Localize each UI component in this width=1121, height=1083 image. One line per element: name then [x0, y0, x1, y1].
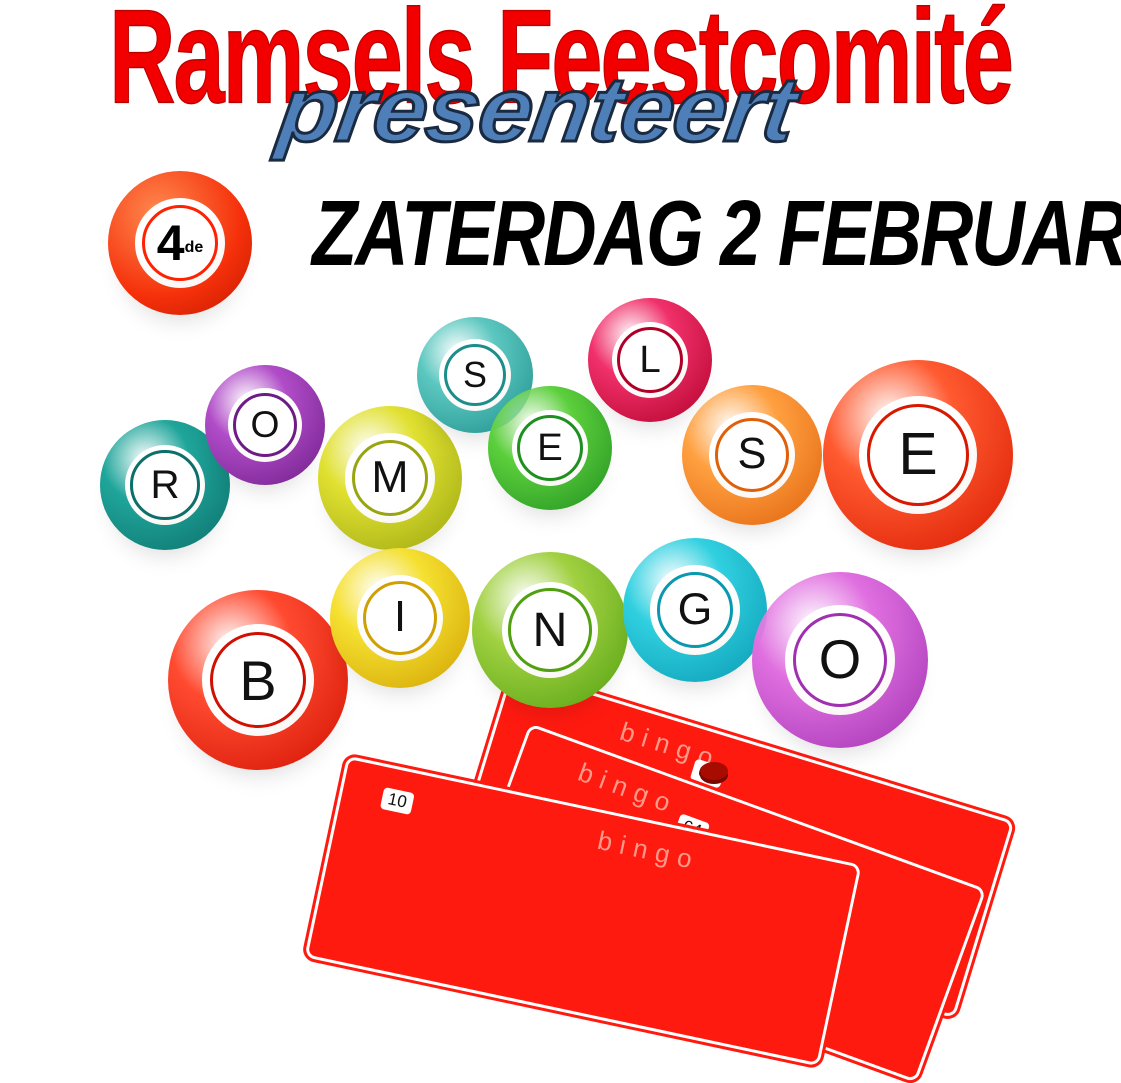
card-label: bingo: [595, 824, 703, 876]
ball-letter: S: [463, 354, 487, 395]
event-date: ZATERDAG 2 FEBRUARI: [312, 181, 1121, 285]
letter-ball: M: [318, 406, 462, 550]
letter-ball: B: [168, 590, 348, 770]
ball-letter: E: [537, 426, 563, 469]
ball-letter: L: [639, 338, 661, 381]
letter-ball: N: [472, 552, 628, 708]
letter-ball: I: [330, 548, 470, 688]
ball-letter: O: [250, 403, 280, 446]
ball-letter: E: [898, 422, 938, 488]
letter-ball: O: [205, 365, 325, 485]
ball-letter: N: [532, 603, 568, 657]
letter-ball: O: [752, 572, 928, 748]
card-number: 10: [379, 787, 415, 815]
ball-letter: B: [239, 648, 277, 712]
ball-letter: R: [150, 462, 180, 507]
ball-letter: I: [393, 593, 407, 642]
ball-letter: O: [818, 629, 862, 691]
edition-ball: 4 de: [108, 171, 252, 315]
ball-letter: G: [677, 584, 713, 634]
ball-letter: S: [737, 430, 767, 479]
poster-subtitle: presenteert: [271, 57, 804, 162]
letter-ball: S: [682, 385, 822, 525]
letter-ball: G: [623, 538, 767, 682]
edition-suffix: de: [184, 238, 204, 256]
letter-ball: L: [588, 298, 712, 422]
letter-ball: E: [823, 360, 1013, 550]
letter-ball: E: [488, 386, 612, 510]
edition-number: 4: [156, 214, 185, 271]
bingo-marker: [700, 762, 728, 780]
ball-letter: M: [371, 452, 409, 502]
